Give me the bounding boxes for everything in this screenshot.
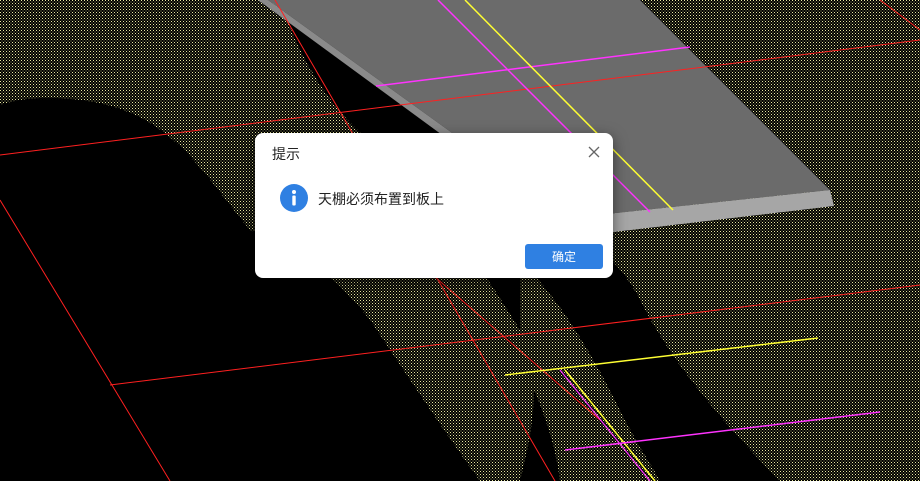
close-icon bbox=[588, 146, 600, 158]
dialog-message: 天棚必须布置到板上 bbox=[318, 192, 444, 208]
ok-button[interactable]: 确定 bbox=[525, 244, 603, 269]
close-button[interactable] bbox=[583, 141, 605, 163]
alert-dialog: 提示 天棚必须布置到板上 确定 bbox=[255, 133, 613, 278]
dialog-title: 提示 bbox=[272, 147, 300, 163]
dark-gap bbox=[612, 300, 640, 360]
info-icon bbox=[280, 184, 308, 212]
